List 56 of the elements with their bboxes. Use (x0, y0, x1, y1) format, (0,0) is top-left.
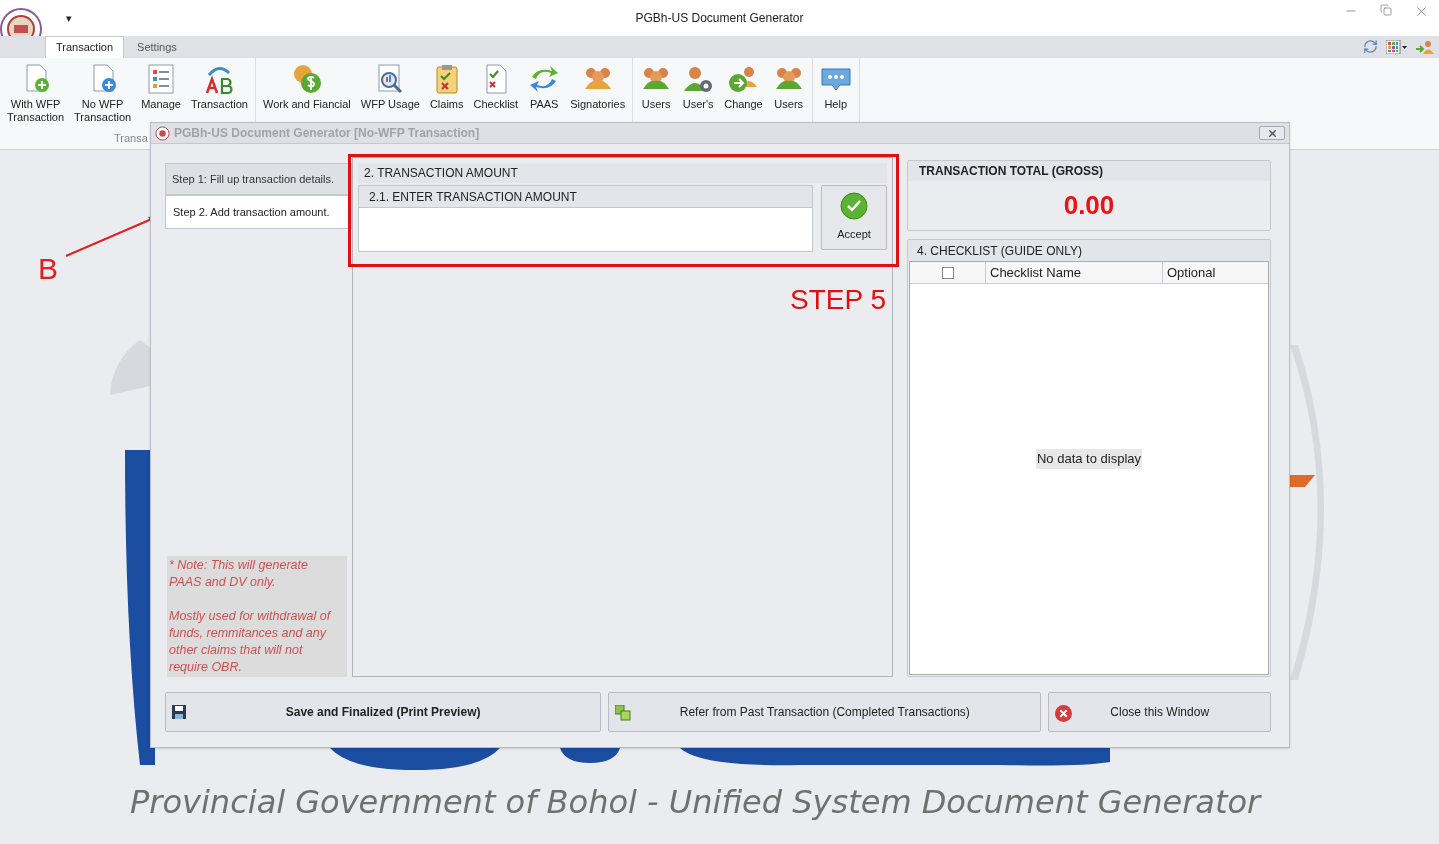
amount-field[interactable] (359, 207, 812, 251)
ribbon-button[interactable]: Change (724, 98, 763, 111)
banner-text: Provincial Government of Bohol - Unified System Document Generator (129, 782, 1263, 823)
seal-icon (155, 125, 170, 141)
annotation-label: STEP 5 (790, 283, 886, 317)
ribbon-button[interactable]: Users (641, 98, 671, 111)
action-button[interactable]: Close this Window (1048, 692, 1271, 732)
window-title: PGBh-US Document Generator (635, 10, 804, 27)
panel-header: TRANSACTION TOTAL (GROSS) (908, 161, 1270, 181)
seal-ribbon-shape (1290, 475, 1315, 487)
refresh-icon[interactable] (1363, 39, 1378, 54)
ribbon-button[interactable]: Users (774, 98, 804, 111)
total-amount: 0.00 (1062, 189, 1116, 222)
group-label: Transa (114, 131, 148, 146)
dialog-close-button[interactable] (1259, 126, 1285, 140)
note-text: Mostly used for withdrawal of funds, remmitances and any other claims that will not require OBR. (169, 608, 333, 676)
ribbon-button[interactable]: Manage (141, 98, 181, 111)
group-header: 2. TRANSACTION AMOUNT (358, 163, 887, 183)
close-icon (1266, 127, 1278, 139)
ribbon-button[interactable]: Checklist (473, 98, 519, 111)
ribbon-button[interactable]: WFP Usage (360, 98, 420, 111)
ribbon-button[interactable]: Work and Fiancial (262, 98, 351, 111)
copy-squares-icon (615, 705, 632, 721)
list-icon (145, 63, 177, 95)
ribbon-tab[interactable]: Settings (124, 36, 190, 58)
ribbon-button[interactable]: User's (682, 98, 714, 111)
step-tab[interactable]: Step 2. Add transaction amount. (165, 195, 352, 229)
ribbon-button[interactable]: Signatories (570, 98, 626, 111)
ribbon-tab[interactable]: Transaction (45, 36, 125, 58)
ribbon-button[interactable]: With WFP Transaction (7, 98, 65, 124)
ribbon-button[interactable]: PAAS (529, 98, 559, 111)
restore-icon[interactable] (1380, 4, 1392, 16)
panel-header: 4. CHECKLIST (GUIDE ONLY) (908, 240, 1270, 261)
field-label: 2.1. ENTER TRANSACTION AMOUNT (359, 186, 812, 207)
ribbon-button[interactable]: Transaction (190, 98, 248, 111)
accept-button[interactable]: Accept (821, 185, 887, 250)
dialog-title: PGBh-US Document Generator [No-WFP Transaction] (174, 125, 480, 142)
column-header: Checklist Name (986, 262, 1163, 283)
ribbon-button[interactable]: Help (824, 98, 848, 111)
ribbon-button[interactable]: Claims (429, 98, 464, 111)
select-all-checkbox[interactable] (941, 266, 954, 279)
note-text: * Note: This will generate PAAS and DV only. (169, 557, 309, 591)
user-arrow-icon[interactable] (1416, 39, 1434, 54)
checkmark-icon (840, 192, 868, 221)
seal-shape (560, 748, 620, 763)
close-icon (1055, 705, 1073, 722)
empty-message: No data to display (1035, 449, 1143, 469)
close-icon[interactable] (1414, 4, 1429, 19)
action-button[interactable]: Save and Finalized (Print Preview) (165, 692, 602, 732)
ribbon-button[interactable]: No WFP Transaction (74, 98, 132, 124)
action-button[interactable]: Refer from Past Transaction (Completed Transactions) (608, 692, 1042, 732)
annotation-letter: B (38, 251, 58, 287)
quick-access-dropdown[interactable]: ▾ (66, 10, 72, 27)
step-tab[interactable]: Step 1: Fill up transaction details. (165, 163, 352, 195)
color-grid-icon[interactable] (1386, 39, 1408, 54)
column-header: Optional (1166, 263, 1217, 282)
